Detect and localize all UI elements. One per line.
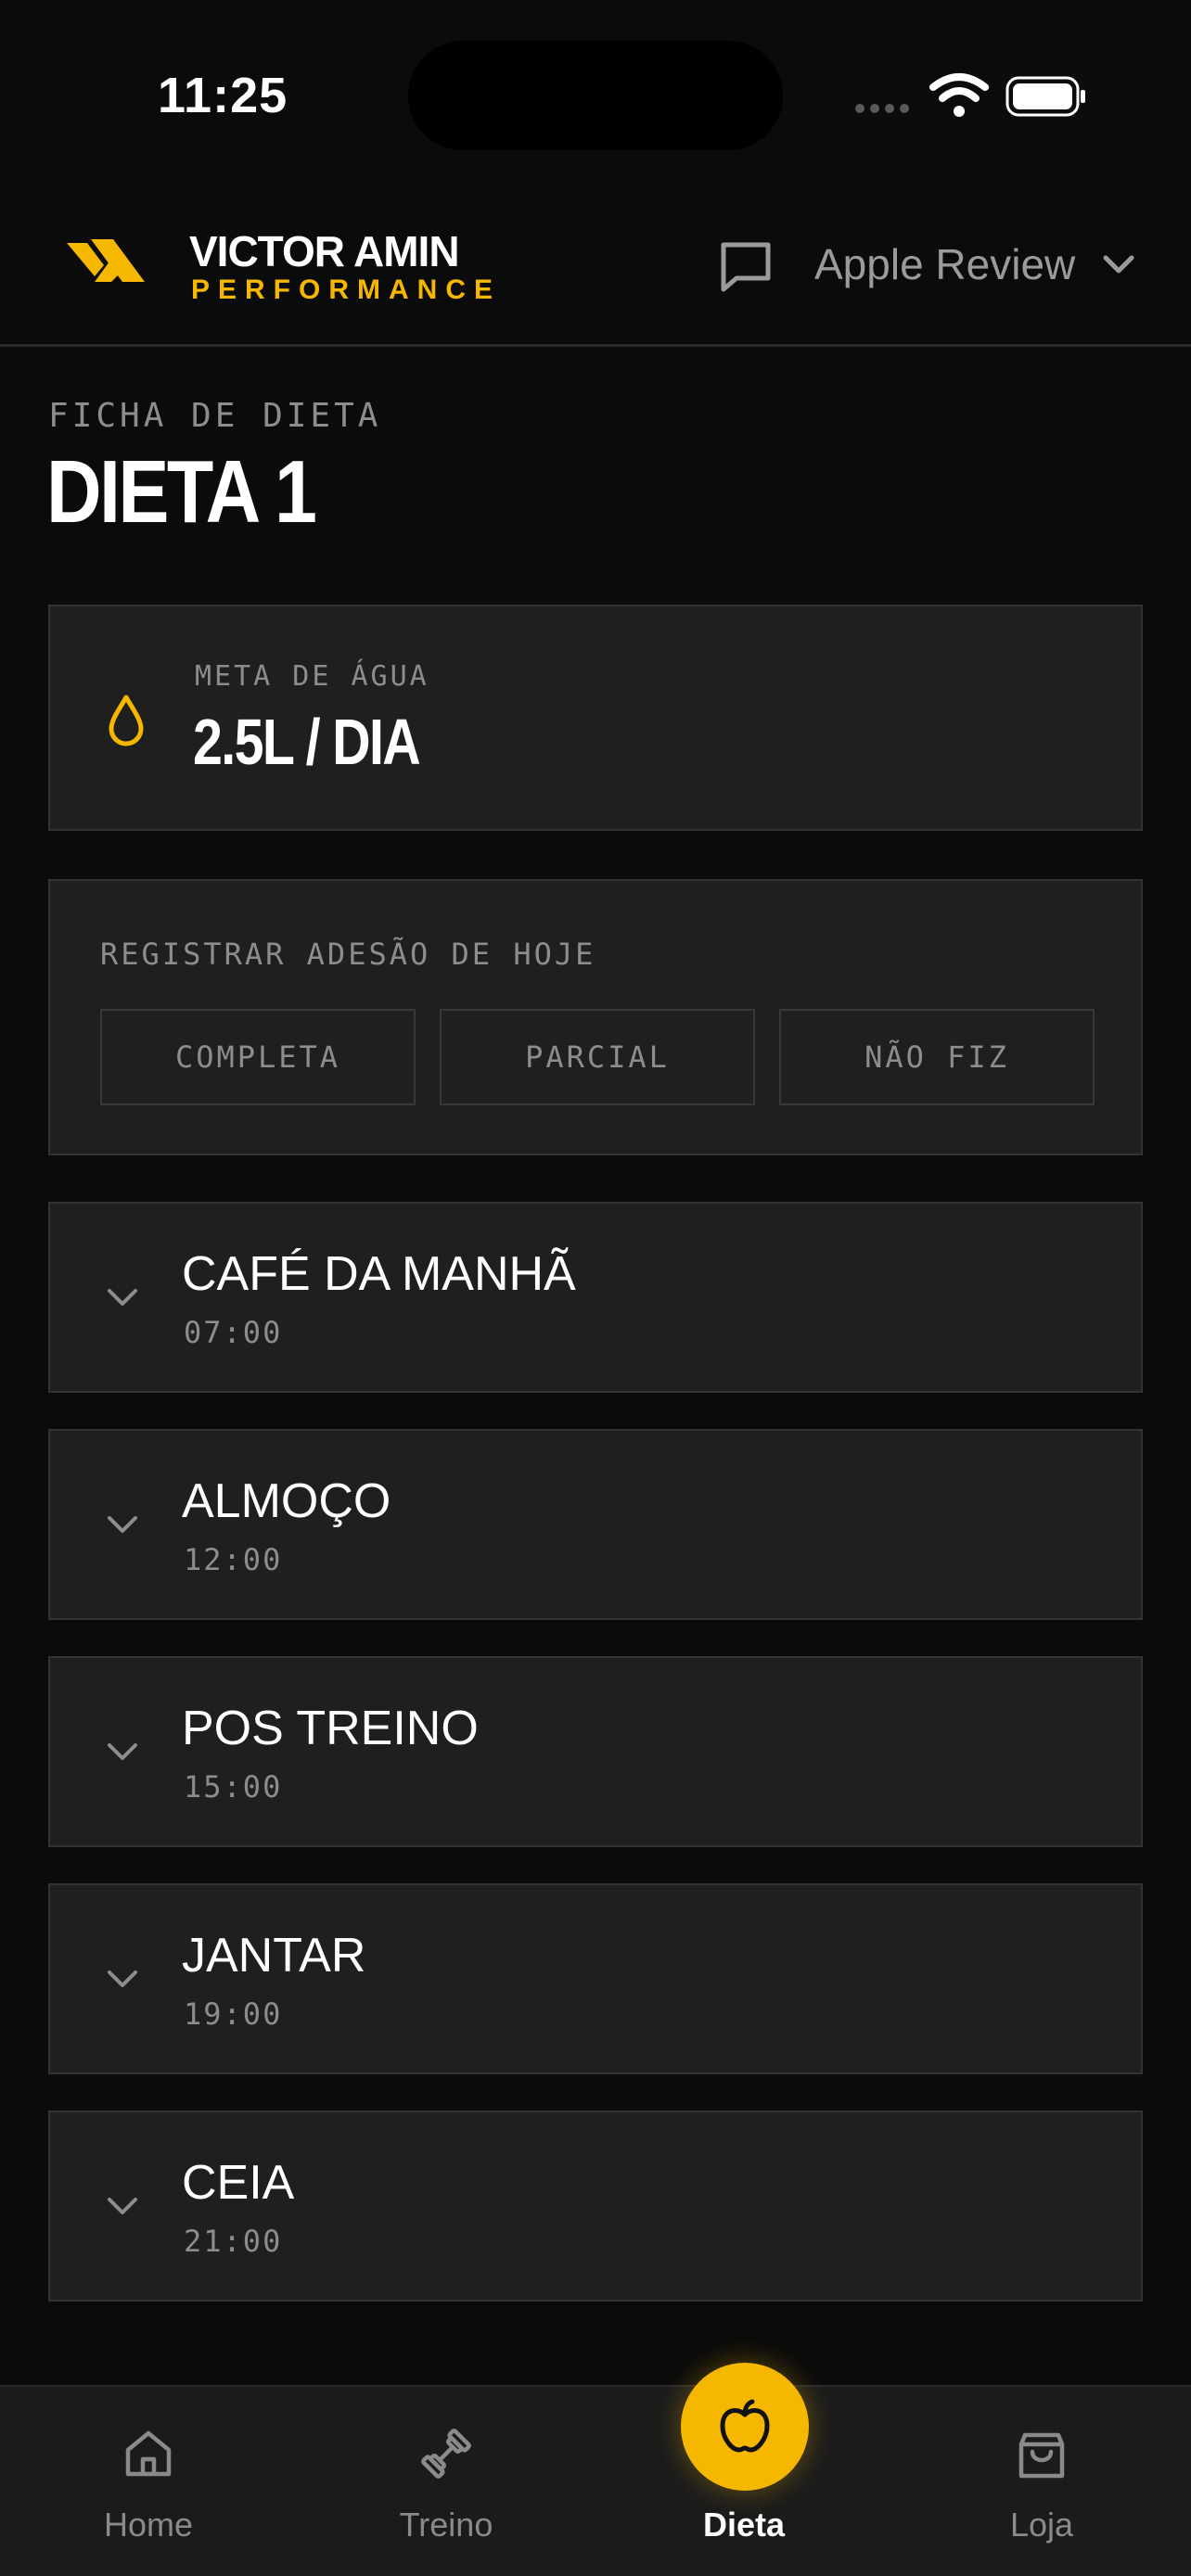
water-goal-value: 2.5L / DIA [193, 706, 421, 778]
meal-item[interactable]: CEIA 21:00 [48, 2111, 1143, 2302]
water-goal-card: META DE ÁGUA 2.5L / DIA [48, 605, 1143, 831]
tab-dieta-active-indicator [681, 2363, 809, 2491]
chevron-down-icon[interactable] [1100, 250, 1137, 278]
meal-name: CAFÉ DA MANHÃ [182, 1247, 576, 1301]
chevron-down-icon [108, 1516, 137, 1533]
meal-time: 21:00 [184, 2224, 283, 2259]
adherence-partial-button[interactable]: PARCIAL [440, 1009, 755, 1105]
adherence-label: REGISTRAR ADESÃO DE HOJE [100, 937, 596, 972]
user-menu-name[interactable]: Apple Review [814, 239, 1075, 289]
wifi-icon [929, 73, 989, 117]
page-kicker: FICHA DE DIETA [48, 397, 382, 435]
meal-item[interactable]: POS TREINO 15:00 [48, 1656, 1143, 1847]
adherence-card: REGISTRAR ADESÃO DE HOJE COMPLETA PARCIA… [48, 879, 1143, 1155]
meal-name: JANTAR [182, 1929, 366, 1983]
meal-name: CEIA [182, 2156, 295, 2210]
dumbbell-icon [421, 2429, 471, 2479]
brand-subtitle: PERFORMANCE [191, 274, 502, 305]
status-time: 11:25 [158, 68, 288, 123]
meal-time: 19:00 [184, 1996, 283, 2032]
tab-dieta[interactable]: Dieta [651, 2363, 837, 2576]
water-goal-label: META DE ÁGUA [195, 660, 429, 693]
tab-label: Loja [1009, 2506, 1074, 2544]
tab-label: Dieta [702, 2506, 786, 2544]
tab-label: Home [103, 2506, 194, 2544]
dynamic-island [408, 41, 783, 150]
adherence-not-done-button[interactable]: NÃO FIZ [779, 1009, 1095, 1105]
meal-item[interactable]: JANTAR 19:00 [48, 1883, 1143, 2074]
app-header: VICTOR AMIN PERFORMANCE Apple Review [0, 185, 1191, 347]
tab-treino[interactable]: Treino [353, 2387, 539, 2576]
tab-label: Treino [399, 2506, 493, 2544]
cellular-signal-icon [855, 104, 909, 113]
meal-item[interactable]: CAFÉ DA MANHÃ 07:00 [48, 1202, 1143, 1393]
chevron-down-icon [108, 2198, 137, 2214]
meal-time: 12:00 [184, 1542, 283, 1577]
adherence-complete-button[interactable]: COMPLETA [100, 1009, 416, 1105]
page-title: DIETA 1 [46, 442, 317, 542]
message-icon[interactable] [716, 237, 775, 297]
home-icon [125, 2430, 172, 2477]
status-bar: 11:25 [0, 0, 1191, 185]
meal-time: 15:00 [184, 1769, 283, 1804]
meal-item[interactable]: ALMOÇO 12:00 [48, 1429, 1143, 1620]
chevron-down-icon [108, 1289, 137, 1306]
brand-logo-icon [67, 239, 145, 282]
meal-time: 07:00 [184, 1315, 283, 1350]
tab-loja[interactable]: Loja [949, 2387, 1134, 2576]
shopping-bag-icon [1018, 2432, 1065, 2479]
chevron-down-icon [108, 1970, 137, 1987]
tab-home[interactable]: Home [56, 2387, 241, 2576]
battery-icon [1005, 76, 1085, 117]
bottom-tab-bar: Home Treino Dieta Loja [0, 2363, 1191, 2576]
water-drop-icon [109, 695, 144, 746]
meal-name: POS TREINO [182, 1702, 479, 1755]
chevron-down-icon [108, 1743, 137, 1760]
meal-name: ALMOÇO [182, 1474, 391, 1528]
brand-name: VICTOR AMIN [189, 227, 460, 275]
apple-icon [720, 2399, 770, 2453]
